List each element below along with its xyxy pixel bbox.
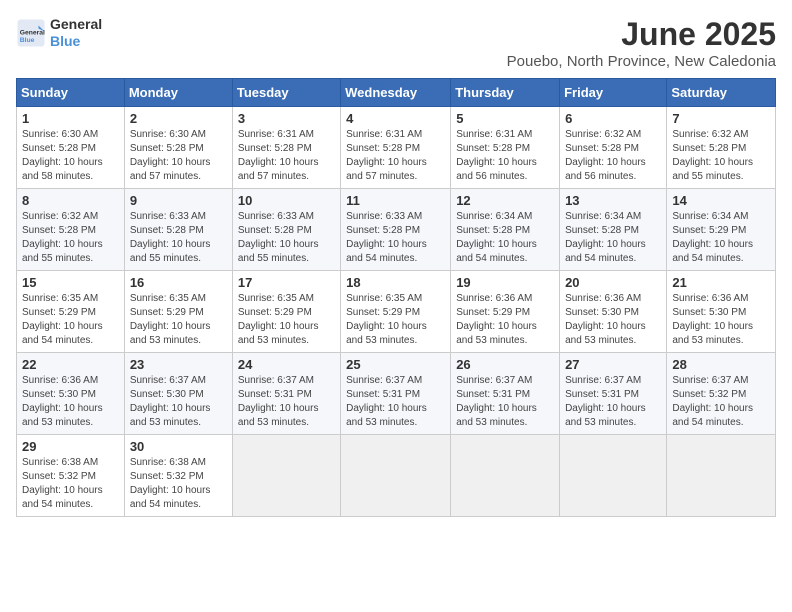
svg-text:General: General [20, 29, 45, 36]
table-row: 1 Sunrise: 6:30 AMSunset: 5:28 PMDayligh… [17, 107, 776, 189]
day-cell-30: 30 Sunrise: 6:38 AMSunset: 5:32 PMDaylig… [124, 435, 232, 517]
table-row: 22 Sunrise: 6:36 AMSunset: 5:30 PMDaylig… [17, 353, 776, 435]
day-cell-27: 27 Sunrise: 6:37 AMSunset: 5:31 PMDaylig… [560, 353, 667, 435]
header-thursday: Thursday [451, 79, 560, 107]
day-cell-15: 15 Sunrise: 6:35 AMSunset: 5:29 PMDaylig… [17, 271, 125, 353]
day-cell-9: 9 Sunrise: 6:33 AMSunset: 5:28 PMDayligh… [124, 189, 232, 271]
day-cell-21: 21 Sunrise: 6:36 AMSunset: 5:30 PMDaylig… [667, 271, 776, 353]
logo-blue-text: Blue [50, 33, 102, 50]
empty-cell [667, 435, 776, 517]
calendar-table: Sunday Monday Tuesday Wednesday Thursday… [16, 78, 776, 517]
day-cell-6: 6 Sunrise: 6:32 AMSunset: 5:28 PMDayligh… [560, 107, 667, 189]
day-cell-26: 26 Sunrise: 6:37 AMSunset: 5:31 PMDaylig… [451, 353, 560, 435]
header-friday: Friday [560, 79, 667, 107]
header-sunday: Sunday [17, 79, 125, 107]
days-header-row: Sunday Monday Tuesday Wednesday Thursday… [17, 79, 776, 107]
empty-cell [232, 435, 340, 517]
day-cell-1: 1 Sunrise: 6:30 AMSunset: 5:28 PMDayligh… [17, 107, 125, 189]
table-row: 8 Sunrise: 6:32 AMSunset: 5:28 PMDayligh… [17, 189, 776, 271]
day-cell-19: 19 Sunrise: 6:36 AMSunset: 5:29 PMDaylig… [451, 271, 560, 353]
svg-text:Blue: Blue [20, 37, 35, 44]
logo-general-text: General [50, 16, 102, 33]
day-cell-20: 20 Sunrise: 6:36 AMSunset: 5:30 PMDaylig… [560, 271, 667, 353]
location-subtitle: Pouebo, North Province, New Caledonia [507, 53, 776, 70]
header: General Blue General Blue June 2025 Poue… [16, 16, 776, 70]
day-cell-23: 23 Sunrise: 6:37 AMSunset: 5:30 PMDaylig… [124, 353, 232, 435]
day-cell-25: 25 Sunrise: 6:37 AMSunset: 5:31 PMDaylig… [341, 353, 451, 435]
day-cell-2: 2 Sunrise: 6:30 AMSunset: 5:28 PMDayligh… [124, 107, 232, 189]
empty-cell [451, 435, 560, 517]
header-monday: Monday [124, 79, 232, 107]
header-wednesday: Wednesday [341, 79, 451, 107]
empty-cell [560, 435, 667, 517]
day-cell-5: 5 Sunrise: 6:31 AMSunset: 5:28 PMDayligh… [451, 107, 560, 189]
header-tuesday: Tuesday [232, 79, 340, 107]
day-cell-28: 28 Sunrise: 6:37 AMSunset: 5:32 PMDaylig… [667, 353, 776, 435]
table-row: 15 Sunrise: 6:35 AMSunset: 5:29 PMDaylig… [17, 271, 776, 353]
day-cell-17: 17 Sunrise: 6:35 AMSunset: 5:29 PMDaylig… [232, 271, 340, 353]
day-cell-4: 4 Sunrise: 6:31 AMSunset: 5:28 PMDayligh… [341, 107, 451, 189]
table-row: 29 Sunrise: 6:38 AMSunset: 5:32 PMDaylig… [17, 435, 776, 517]
day-cell-3: 3 Sunrise: 6:31 AMSunset: 5:28 PMDayligh… [232, 107, 340, 189]
day-cell-24: 24 Sunrise: 6:37 AMSunset: 5:31 PMDaylig… [232, 353, 340, 435]
logo-icon: General Blue [16, 18, 46, 48]
day-cell-11: 11 Sunrise: 6:33 AMSunset: 5:28 PMDaylig… [341, 189, 451, 271]
day-cell-16: 16 Sunrise: 6:35 AMSunset: 5:29 PMDaylig… [124, 271, 232, 353]
empty-cell [341, 435, 451, 517]
day-cell-7: 7 Sunrise: 6:32 AMSunset: 5:28 PMDayligh… [667, 107, 776, 189]
day-cell-18: 18 Sunrise: 6:35 AMSunset: 5:29 PMDaylig… [341, 271, 451, 353]
day-cell-29: 29 Sunrise: 6:38 AMSunset: 5:32 PMDaylig… [17, 435, 125, 517]
logo: General Blue General Blue [16, 16, 102, 50]
day-cell-8: 8 Sunrise: 6:32 AMSunset: 5:28 PMDayligh… [17, 189, 125, 271]
day-cell-13: 13 Sunrise: 6:34 AMSunset: 5:28 PMDaylig… [560, 189, 667, 271]
day-cell-22: 22 Sunrise: 6:36 AMSunset: 5:30 PMDaylig… [17, 353, 125, 435]
title-area: June 2025 Pouebo, North Province, New Ca… [507, 16, 776, 70]
day-cell-14: 14 Sunrise: 6:34 AMSunset: 5:29 PMDaylig… [667, 189, 776, 271]
day-cell-12: 12 Sunrise: 6:34 AMSunset: 5:28 PMDaylig… [451, 189, 560, 271]
day-cell-10: 10 Sunrise: 6:33 AMSunset: 5:28 PMDaylig… [232, 189, 340, 271]
month-year-title: June 2025 [507, 16, 776, 53]
header-saturday: Saturday [667, 79, 776, 107]
